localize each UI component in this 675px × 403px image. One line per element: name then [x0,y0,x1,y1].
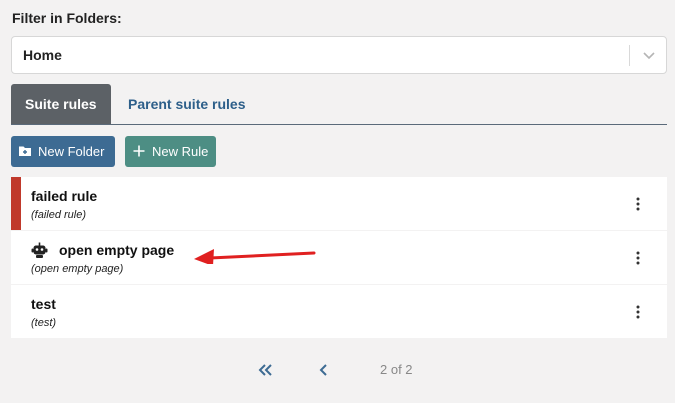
rule-subtitle: (failed rule) [31,209,87,221]
new-folder-label: New Folder [38,144,105,159]
rule-subtitle: (test) [31,317,57,329]
first-page-icon[interactable] [257,362,273,378]
kebab-menu-icon[interactable] [633,304,643,320]
chevron-down-icon[interactable] [642,48,656,62]
robot-icon [31,242,48,258]
kebab-menu-icon[interactable] [633,196,643,212]
previous-page-icon[interactable] [318,362,330,378]
tab-suite-rules[interactable]: Suite rules [11,84,111,124]
folder-plus-icon [19,146,31,156]
rule-title: failed rule [31,188,98,204]
new-rule-label: New Rule [152,144,209,159]
rule-subtitle: (open empty page) [31,263,124,275]
new-folder-button[interactable]: New Folder [11,136,115,167]
tabs-bar: Suite rules Parent suite rules [11,84,667,125]
rules-list: failed rule (failed rule) open empty pag… [11,177,667,339]
filter-label: Filter in Folders: [12,10,122,26]
plus-icon [133,145,145,157]
rule-row-test[interactable]: test (test) [11,285,667,338]
folder-select[interactable]: Home [11,36,667,74]
annotation-arrow-icon [194,249,316,264]
rule-row-failed-rule[interactable]: failed rule (failed rule) [11,177,667,230]
select-divider [629,45,630,66]
rule-title: open empty page [59,242,175,258]
new-rule-button[interactable]: New Rule [125,136,216,167]
kebab-menu-icon[interactable] [633,250,643,266]
tab-parent-suite-rules[interactable]: Parent suite rules [114,84,260,124]
rule-title: test [31,296,56,312]
rule-row-open-empty-page[interactable]: open empty page (open empty page) [11,231,667,284]
failed-status-bar [11,177,21,230]
folder-select-value: Home [23,47,62,63]
pagination-status: 2 of 2 [380,362,413,377]
